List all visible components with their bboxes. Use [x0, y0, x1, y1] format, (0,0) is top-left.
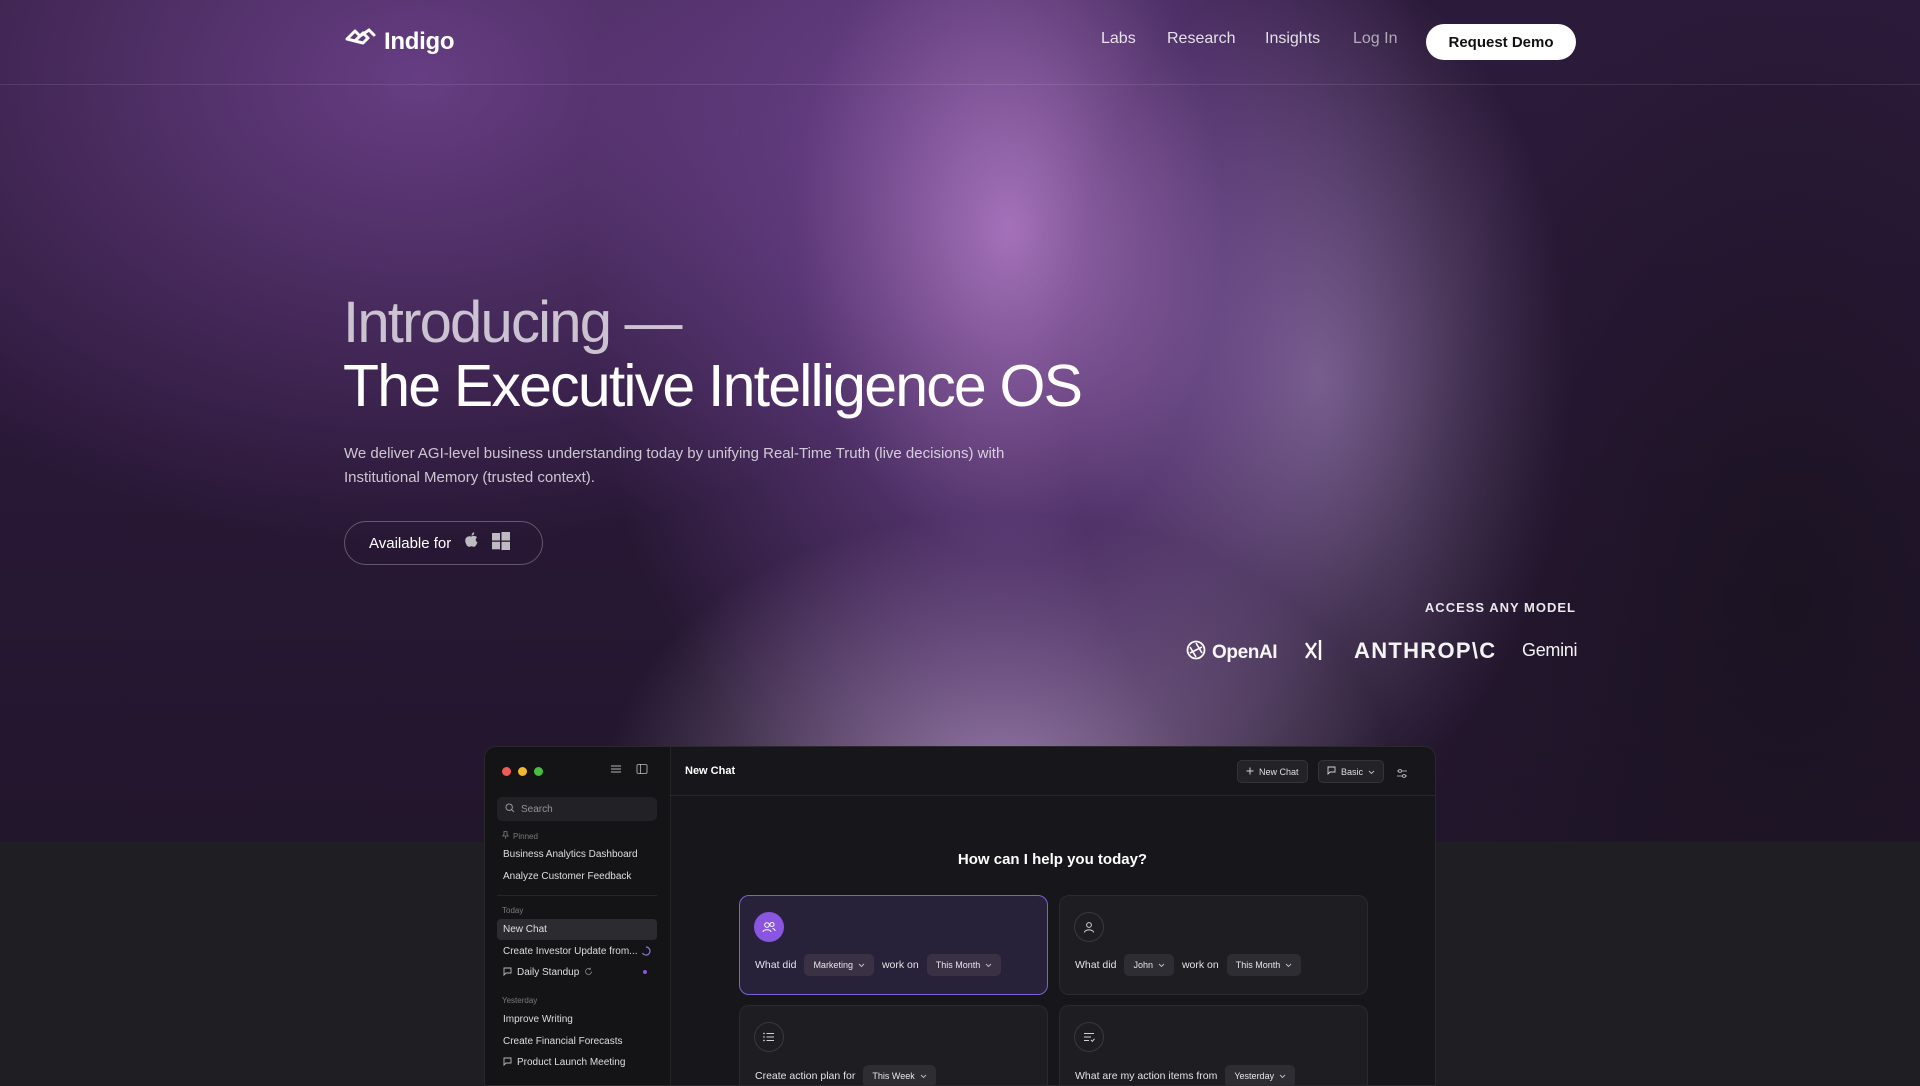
- gemini-logo: Gemini: [1522, 640, 1578, 660]
- nav-link-login[interactable]: Log In: [1353, 30, 1397, 48]
- checklist-icon: [1074, 1022, 1104, 1052]
- app-sidebar: Search Pinned Business Analytics Dashboa…: [485, 747, 671, 1085]
- chat-prompt-heading: How can I help you today?: [957, 851, 1148, 868]
- hero-intro: Introducing —: [343, 290, 682, 355]
- chat-icon: [503, 967, 512, 979]
- sidebar-item-business-analytics[interactable]: Business Analytics Dashboard: [497, 844, 657, 865]
- suggestion-card-action-plan[interactable]: Create action plan for This Week: [739, 1005, 1048, 1085]
- openai-icon: [1185, 639, 1207, 666]
- plus-icon: [1246, 767, 1254, 777]
- recurring-icon: [584, 967, 593, 979]
- app-preview-window: Search Pinned Business Analytics Dashboa…: [484, 746, 1436, 1086]
- sidebar-item-improve-writing[interactable]: Improve Writing: [497, 1009, 657, 1030]
- search-icon: [505, 802, 515, 816]
- pinned-heading: Pinned: [501, 831, 538, 841]
- team-select[interactable]: Marketing: [804, 954, 874, 976]
- chevron-down-icon: [920, 1074, 927, 1078]
- indigo-logo-icon: [344, 27, 376, 56]
- week-select[interactable]: This Week: [863, 1065, 936, 1085]
- chat-header: New Chat New Chat Basic: [670, 747, 1435, 796]
- windows-icon: [492, 532, 511, 554]
- chat-icon: [503, 1057, 512, 1069]
- suggestion-card-person[interactable]: What did John work on This Month: [1059, 895, 1368, 995]
- chat-title: New Chat: [685, 765, 736, 777]
- day-select[interactable]: Yesterday: [1225, 1065, 1296, 1085]
- chevron-down-icon: [1285, 963, 1292, 967]
- settings-sliders-icon[interactable]: [1396, 766, 1408, 784]
- suggestion-card-action-items[interactable]: What are my action items from Yesterday: [1059, 1005, 1368, 1085]
- person-select[interactable]: John: [1124, 954, 1174, 976]
- request-demo-button[interactable]: Request Demo: [1426, 24, 1576, 60]
- xai-logo: [1304, 638, 1324, 662]
- chevron-down-icon: [1158, 963, 1165, 967]
- pin-icon: [501, 831, 510, 841]
- openai-logo: OpenAI: [1185, 639, 1278, 666]
- maximize-dot[interactable]: [534, 767, 543, 776]
- sidebar-item-financial-forecasts[interactable]: Create Financial Forecasts: [497, 1031, 657, 1052]
- hero-headline: The Executive Intelligence OS: [343, 353, 1083, 419]
- nav-link-research[interactable]: Research: [1167, 30, 1235, 48]
- period-select[interactable]: This Month: [1226, 954, 1302, 976]
- hero-description: We deliver AGI-level business understand…: [344, 445, 1005, 486]
- mode-select[interactable]: Basic: [1318, 760, 1385, 783]
- period-select[interactable]: This Month: [926, 954, 1002, 976]
- brand-logo[interactable]: Indigo: [344, 27, 454, 56]
- brand-name: Indigo: [384, 27, 455, 55]
- sidebar-toggle-icon[interactable]: [636, 762, 648, 780]
- person-icon: [1074, 912, 1104, 942]
- loading-spinner-icon: [641, 946, 651, 959]
- sidebar-item-customer-feedback[interactable]: Analyze Customer Feedback: [497, 866, 657, 887]
- nav-link-labs[interactable]: Labs: [1101, 30, 1136, 48]
- suggestion-card-team[interactable]: What did Marketing work on This Month: [739, 895, 1048, 995]
- window-controls: [502, 767, 543, 776]
- chevron-down-icon: [858, 963, 865, 967]
- hero-background: [0, 0, 1920, 842]
- search-placeholder: Search: [521, 803, 553, 815]
- top-nav: Indigo Labs Research Insights Log In Req…: [0, 0, 1920, 85]
- chevron-down-icon: [985, 963, 992, 967]
- openai-logo-text: OpenAI: [1212, 641, 1278, 663]
- chevron-down-icon: [1368, 767, 1375, 777]
- chat-icon: [1327, 766, 1336, 777]
- sidebar-item-investor-update[interactable]: Create Investor Update from...: [497, 941, 657, 962]
- today-heading: Today: [502, 906, 524, 915]
- sidebar-item-new-chat[interactable]: New Chat: [497, 919, 657, 940]
- anthropic-logo: ANTHROP\C: [1354, 638, 1497, 663]
- new-chat-button[interactable]: New Chat: [1237, 760, 1308, 783]
- nav-link-insights[interactable]: Insights: [1265, 30, 1320, 48]
- close-dot[interactable]: [502, 767, 511, 776]
- available-label: Available for: [369, 534, 452, 552]
- sidebar-item-daily-standup[interactable]: Daily Standup: [497, 962, 657, 983]
- list-icon: [754, 1022, 784, 1052]
- unread-dot: [643, 970, 647, 974]
- team-icon: [754, 912, 784, 942]
- apple-icon: [463, 531, 480, 555]
- sidebar-item-product-launch[interactable]: Product Launch Meeting: [497, 1052, 657, 1073]
- access-any-model-heading: ACCESS ANY MODEL: [1424, 600, 1576, 615]
- sidebar-search-input[interactable]: Search: [497, 797, 657, 821]
- sidebar-divider: [497, 895, 657, 896]
- minimize-dot[interactable]: [518, 767, 527, 776]
- menu-icon[interactable]: [610, 762, 622, 780]
- chevron-down-icon: [1279, 1074, 1286, 1078]
- yesterday-heading: Yesterday: [502, 996, 538, 1005]
- available-for-button[interactable]: Available for: [344, 521, 543, 565]
